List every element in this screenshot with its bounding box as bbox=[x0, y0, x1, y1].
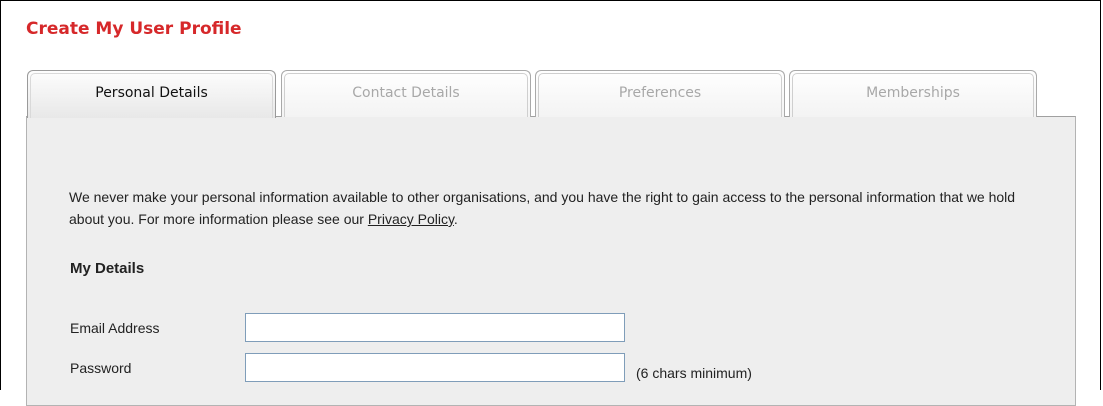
tab-contact-details[interactable]: Contact Details bbox=[281, 70, 531, 117]
tab-label: Contact Details bbox=[352, 85, 460, 101]
tab-memberships[interactable]: Memberships bbox=[789, 70, 1037, 117]
password-field[interactable] bbox=[245, 353, 625, 382]
page-title: Create My User Profile bbox=[26, 19, 242, 39]
page-frame-right-edge bbox=[1100, 0, 1101, 390]
password-label: Password bbox=[70, 360, 132, 376]
email-field[interactable] bbox=[245, 313, 625, 342]
section-title-my-details: My Details bbox=[70, 260, 145, 277]
tab-label: Personal Details bbox=[95, 85, 208, 101]
privacy-policy-link[interactable]: Privacy Policy bbox=[368, 211, 454, 227]
tab-label: Preferences bbox=[618, 85, 702, 101]
privacy-intro-text: We never make your personal information … bbox=[69, 189, 1016, 227]
privacy-intro: We never make your personal information … bbox=[69, 186, 1049, 230]
tab-personal-details[interactable]: Personal Details bbox=[27, 70, 276, 118]
privacy-intro-suffix: . bbox=[453, 211, 458, 227]
tab-label: Memberships bbox=[866, 85, 960, 101]
password-hint: (6 chars minimum) bbox=[636, 365, 752, 381]
email-label: Email Address bbox=[70, 320, 160, 336]
tab-preferences[interactable]: Preferences bbox=[535, 70, 785, 117]
